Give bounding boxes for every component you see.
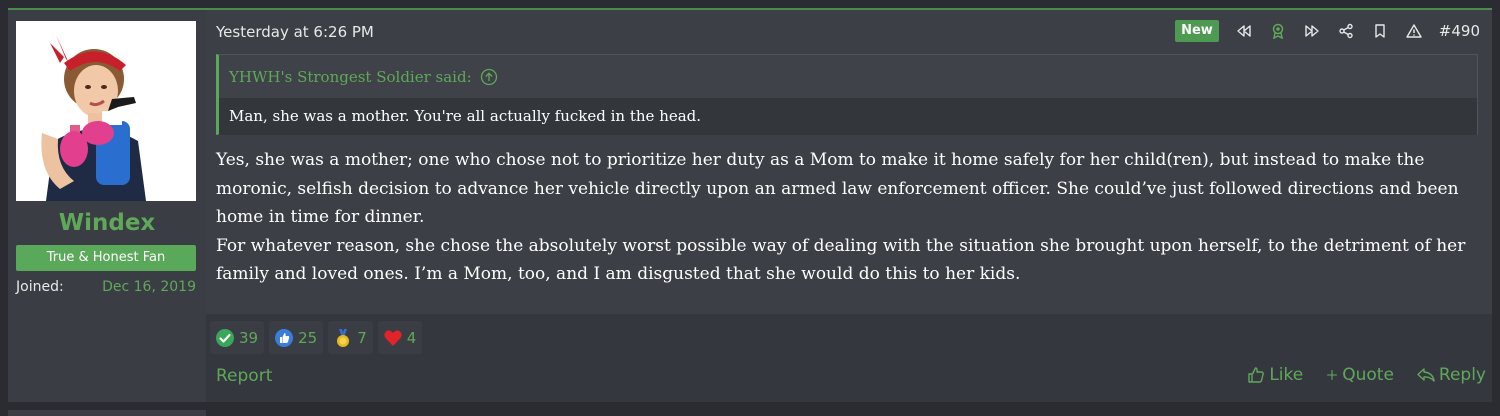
medal-icon: [337, 328, 350, 347]
thumbs-up-icon: [1248, 367, 1265, 383]
quote-block: YHWH's Strongest Soldier said: Man, she …: [216, 54, 1478, 135]
fast-forward-icon[interactable]: [1301, 20, 1323, 42]
warning-icon[interactable]: [1403, 20, 1425, 42]
message-body: Yes, she was a mother; one who chose not…: [216, 146, 1486, 289]
reaction-count: 7: [357, 328, 367, 347]
checkmark-icon: [216, 328, 234, 347]
rewind-icon[interactable]: [1233, 20, 1255, 42]
reaction-count: 39: [239, 328, 259, 347]
arrow-up-circle-icon[interactable]: [480, 68, 498, 86]
forum-post: Windex True & Honest Fan Joined: Dec 16,…: [8, 10, 1492, 402]
user-title-banner: True & Honest Fan: [16, 245, 196, 271]
next-post-userbox-edge: [8, 410, 206, 416]
reaction-count: 25: [298, 328, 318, 347]
avatar-illustration: [16, 21, 196, 201]
reply-button[interactable]: Reply: [1416, 365, 1486, 385]
report-link[interactable]: Report: [216, 366, 272, 386]
quote-label: Quote: [1342, 365, 1394, 385]
post-content-area: Yesterday at 6:26 PM New #490 YHWH's Str…: [206, 10, 1492, 314]
share-icon[interactable]: [1335, 20, 1357, 42]
post-actions: Like Quote Reply: [1224, 365, 1486, 385]
post-timestamp[interactable]: Yesterday at 6:26 PM: [216, 23, 374, 41]
new-badge: New: [1175, 20, 1219, 42]
reactions-bar: 39 25 7 4: [210, 321, 427, 354]
post-main: Yesterday at 6:26 PM New #490 YHWH's Str…: [206, 10, 1492, 402]
post-header-tools: New #490: [1175, 20, 1480, 42]
like-label: Like: [1269, 365, 1304, 385]
reaction-checkmark[interactable]: 39: [210, 321, 265, 354]
quote-author[interactable]: YHWH's Strongest Soldier said:: [229, 68, 472, 86]
quote-text: Man, she was a mother. You're all actual…: [219, 98, 1477, 135]
plus-icon: [1327, 370, 1338, 380]
avatar[interactable]: [16, 21, 196, 201]
reply-label: Reply: [1438, 365, 1486, 385]
heart-icon: [384, 330, 402, 346]
award-icon[interactable]: [1267, 20, 1289, 42]
reply-icon: [1417, 368, 1435, 382]
message-paragraph: For whatever reason, she chose the absol…: [216, 235, 1466, 285]
post-number-link[interactable]: #490: [1439, 22, 1480, 40]
joined-date: Dec 16, 2019: [102, 279, 196, 295]
thumbs-up-icon: [275, 328, 294, 347]
bookmark-icon[interactable]: [1369, 20, 1391, 42]
quote-header[interactable]: YHWH's Strongest Soldier said:: [219, 55, 1477, 98]
like-button[interactable]: Like: [1246, 365, 1303, 385]
reaction-medal[interactable]: 7: [328, 321, 373, 354]
username[interactable]: Windex: [8, 210, 206, 236]
joined-label: Joined:: [16, 279, 64, 295]
reaction-thumbs-up[interactable]: 25: [269, 321, 324, 354]
quote-button[interactable]: Quote: [1325, 365, 1394, 385]
reaction-count: 4: [406, 328, 417, 347]
user-info-panel: Windex True & Honest Fan Joined: Dec 16,…: [8, 10, 206, 402]
reaction-heart[interactable]: 4: [377, 321, 423, 354]
message-paragraph: Yes, she was a mother; one who chose not…: [216, 150, 1459, 227]
